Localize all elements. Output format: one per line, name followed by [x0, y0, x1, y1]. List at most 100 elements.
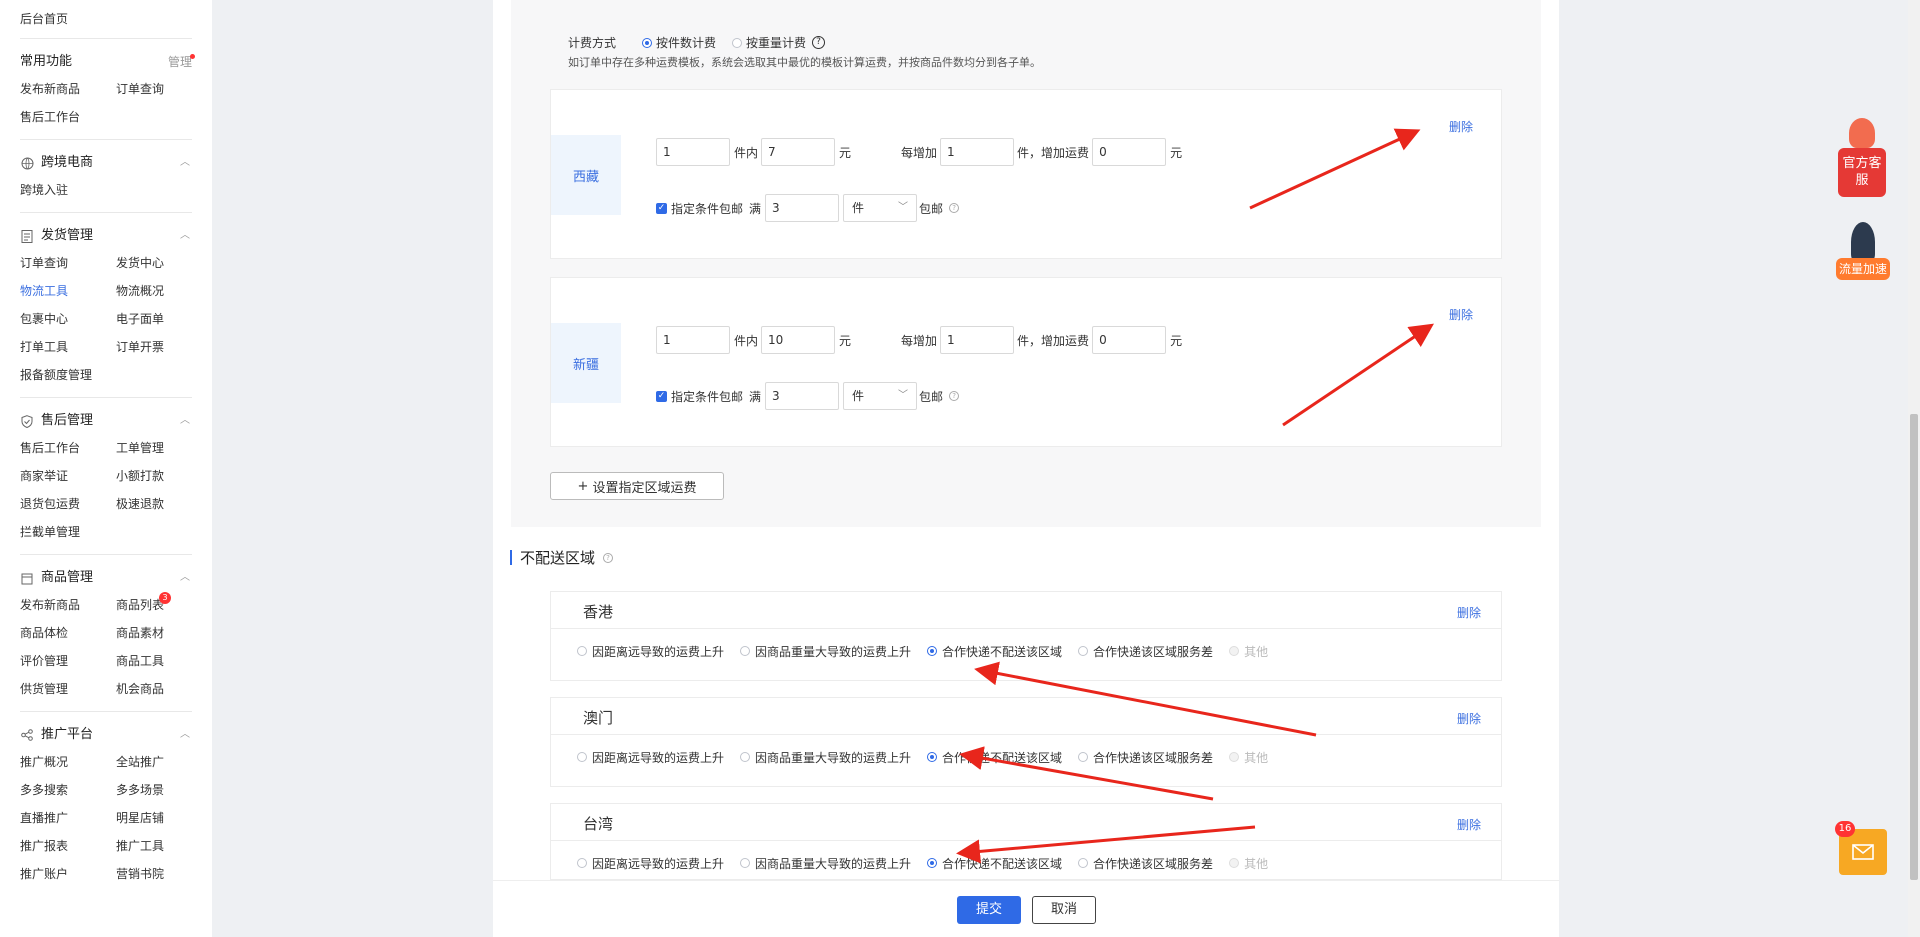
delete-link[interactable]: 删除: [1449, 118, 1473, 135]
help-icon[interactable]: ?: [949, 391, 960, 401]
add-qty-input[interactable]: 1: [940, 326, 1015, 354]
sidebar-item[interactable]: 小额打款: [116, 462, 192, 490]
reason-option-selected[interactable]: 合作快递不配送该区域: [927, 643, 1062, 660]
sidebar-item[interactable]: 发布新商品: [20, 591, 116, 619]
sidebar-item[interactable]: 供货管理: [20, 675, 116, 703]
first-qty-input[interactable]: 1: [656, 138, 730, 166]
add-region-button[interactable]: + 设置指定区域运费: [550, 472, 724, 500]
sidebar-item[interactable]: 多多场景: [116, 776, 192, 804]
page-scrollbar[interactable]: [1908, 0, 1920, 937]
sidebar-section-title[interactable]: 售后管理 ︿: [20, 408, 192, 434]
submit-button[interactable]: 提交: [957, 896, 1021, 924]
sidebar-item[interactable]: 多多搜索: [20, 776, 116, 804]
sidebar-item[interactable]: 包裹中心: [20, 305, 116, 333]
sidebar-item[interactable]: 推广概况: [20, 748, 116, 776]
sidebar-item[interactable]: 全站推广: [116, 748, 192, 776]
sidebar-item[interactable]: 拦截单管理: [20, 518, 116, 546]
sidebar-item[interactable]: 营销书院: [116, 860, 192, 888]
message-button[interactable]: 16: [1835, 821, 1887, 875]
sidebar-item[interactable]: 商品工具: [116, 647, 192, 675]
sidebar-item[interactable]: 商品列表 3: [116, 591, 192, 619]
sidebar-item[interactable]: 工单管理: [116, 434, 192, 462]
sidebar-section-title[interactable]: 商品管理 ︿: [20, 565, 192, 591]
reason-option[interactable]: 合作快递该区域服务差: [1078, 643, 1213, 660]
reason-option[interactable]: 因距离远导致的运费上升: [577, 643, 724, 660]
sidebar-item[interactable]: 发货中心: [116, 249, 192, 277]
free-unit-select[interactable]: 件 ﹀: [843, 382, 918, 410]
help-icon[interactable]: ?: [812, 36, 826, 49]
free-qty-input[interactable]: 3: [765, 194, 840, 222]
scrollbar-thumb[interactable]: [1910, 414, 1918, 880]
sidebar-item[interactable]: 订单查询: [20, 249, 116, 277]
radio[interactable]: [1078, 646, 1089, 656]
sidebar-item[interactable]: 电子面单: [116, 305, 192, 333]
add-qty-input[interactable]: 1: [940, 138, 1015, 166]
radio[interactable]: [577, 752, 587, 762]
sidebar-item[interactable]: 售后工作台: [20, 103, 116, 131]
sidebar-item[interactable]: 评价管理: [20, 647, 116, 675]
sidebar-item[interactable]: 发布新商品: [20, 75, 116, 103]
reason-option[interactable]: 因商品重量大导致的运费上升: [740, 749, 911, 766]
reason-option-selected[interactable]: 合作快递不配送该区域: [927, 749, 1062, 766]
sidebar-item[interactable]: 报备额度管理: [20, 361, 116, 389]
radio[interactable]: [1078, 752, 1089, 762]
sidebar-item[interactable]: 推广工具: [116, 832, 192, 860]
sidebar-item[interactable]: 机会商品: [116, 675, 192, 703]
cancel-button[interactable]: 取消: [1032, 896, 1096, 924]
reason-option[interactable]: 因商品重量大导致的运费上升: [740, 643, 911, 660]
sidebar-item[interactable]: 物流概况: [116, 277, 192, 305]
free-qty-input[interactable]: 3: [765, 382, 840, 410]
help-icon[interactable]: ?: [949, 203, 960, 213]
sidebar-item[interactable]: 极速退款: [116, 490, 192, 518]
checkbox-checked[interactable]: ✓: [656, 390, 667, 402]
first-fee-input[interactable]: 7: [761, 138, 836, 166]
radio[interactable]: [1078, 858, 1089, 868]
delete-link[interactable]: 删除: [1449, 306, 1473, 323]
reason-option-selected[interactable]: 合作快递不配送该区域: [927, 855, 1062, 872]
sidebar-item[interactable]: 订单开票: [116, 333, 192, 361]
reason-option[interactable]: 合作快递该区域服务差: [1078, 749, 1213, 766]
reason-option[interactable]: 因商品重量大导致的运费上升: [740, 855, 911, 872]
radio[interactable]: [577, 646, 587, 656]
reason-option[interactable]: 因距离远导致的运费上升: [577, 855, 724, 872]
radio-by-count[interactable]: [642, 37, 653, 48]
reason-option[interactable]: 因距离远导致的运费上升: [577, 749, 724, 766]
traffic-boost-button[interactable]: 流量加速: [1836, 222, 1890, 280]
radio-by-weight[interactable]: [732, 37, 743, 48]
sidebar-item[interactable]: 退货包运费: [20, 490, 116, 518]
radio-selected[interactable]: [927, 646, 938, 656]
add-fee-input[interactable]: 0: [1092, 138, 1167, 166]
radio[interactable]: [577, 858, 587, 868]
sidebar-item[interactable]: 商家举证: [20, 462, 116, 490]
sidebar-section-title[interactable]: 发货管理 ︿: [20, 223, 192, 249]
customer-service-button[interactable]: 官方客服: [1838, 118, 1886, 200]
add-fee-input[interactable]: 0: [1092, 326, 1167, 354]
sidebar-item[interactable]: 打单工具: [20, 333, 116, 361]
sidebar-home[interactable]: 后台首页: [20, 0, 212, 38]
delete-link[interactable]: 删除: [1457, 816, 1481, 833]
checkbox-checked[interactable]: ✓: [656, 202, 667, 214]
sidebar-item[interactable]: 商品素材: [116, 619, 192, 647]
reason-option[interactable]: 合作快递该区域服务差: [1078, 855, 1213, 872]
sidebar-item[interactable]: 推广账户: [20, 860, 116, 888]
delete-link[interactable]: 删除: [1457, 604, 1481, 621]
first-fee-input[interactable]: 10: [761, 326, 836, 354]
radio-selected[interactable]: [927, 752, 938, 762]
free-unit-select[interactable]: 件 ﹀: [843, 194, 918, 222]
sidebar-section-title[interactable]: 跨境电商 ︿: [20, 150, 192, 176]
radio[interactable]: [740, 858, 751, 868]
manage-link[interactable]: 管理: [168, 49, 195, 75]
sidebar-item[interactable]: 商品体检: [20, 619, 116, 647]
sidebar-item[interactable]: 售后工作台: [20, 434, 116, 462]
radio[interactable]: [740, 752, 751, 762]
delete-link[interactable]: 删除: [1457, 710, 1481, 727]
help-icon[interactable]: ?: [603, 552, 614, 563]
sidebar-item[interactable]: 直播推广: [20, 804, 116, 832]
radio[interactable]: [740, 646, 751, 656]
sidebar-item-active[interactable]: 物流工具: [20, 277, 116, 305]
radio-selected[interactable]: [927, 858, 938, 868]
first-qty-input[interactable]: 1: [656, 326, 730, 354]
sidebar-item[interactable]: 明星店铺: [116, 804, 192, 832]
sidebar-item[interactable]: 跨境入驻: [20, 176, 116, 204]
sidebar-item[interactable]: 推广报表: [20, 832, 116, 860]
